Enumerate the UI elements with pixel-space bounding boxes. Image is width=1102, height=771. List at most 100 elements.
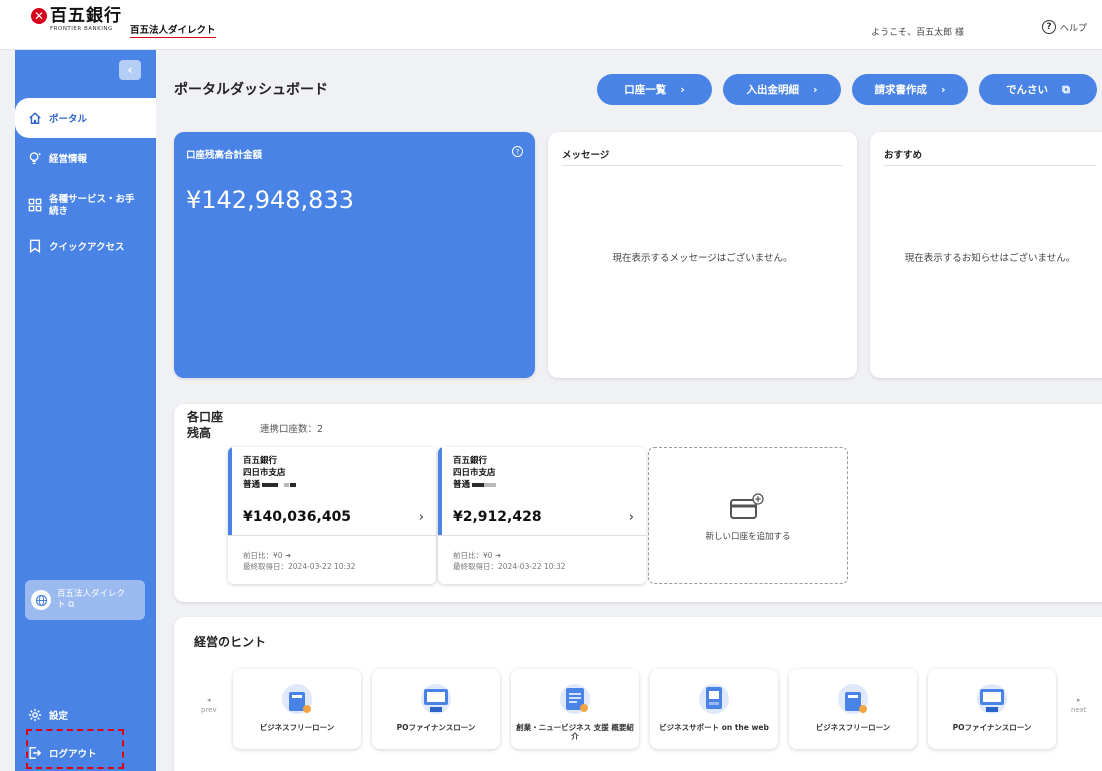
hint-label: 創業・ニュービジネス 支援 概要紹介 (516, 723, 634, 741)
carousel-prev-button[interactable]: ◂ prev (201, 695, 217, 715)
sidebar-item-portal[interactable]: ポータル (15, 98, 156, 138)
hint-card[interactable]: POファイナンスローン (928, 669, 1056, 749)
chevron-right-icon: › (680, 83, 685, 96)
transaction-details-label: 入出金明細 (746, 84, 799, 96)
bank-subtitle: FRONTIER BANKING (50, 26, 113, 32)
help-link[interactable]: ? ヘルプ (1041, 20, 1087, 34)
hint-label: ビジネスサポート on the web (659, 723, 769, 732)
page-title: ポータルダッシュボード (174, 82, 328, 98)
masked-number (284, 482, 290, 487)
divider (562, 165, 843, 166)
account-amount: ¥140,036,405 (243, 509, 352, 525)
accounts-panel: 各口座残高 連携口座数：2 百五銀行 四日市支店 普通 ¥140,036,405… (174, 404, 1102, 602)
top-header: ✕ 百五銀行 FRONTIER BANKING 百五法人ダイレクト ようこそ、百… (0, 0, 1102, 50)
startup-support-illustration-icon (560, 684, 590, 714)
account-bank: 百五銀行 (243, 456, 278, 466)
account-type: 普通 (453, 480, 471, 490)
hint-card[interactable]: ビジネスフリーローン (789, 669, 917, 749)
hint-label: POファイナンスローン (396, 723, 476, 732)
hint-label: ビジネスフリーローン (259, 723, 335, 732)
transaction-details-button[interactable]: 入出金明細 › (723, 74, 841, 105)
hint-label: ビジネスフリーローン (815, 723, 891, 732)
bank-logo[interactable]: ✕ 百五銀行 FRONTIER BANKING (31, 6, 122, 33)
help-label: ヘルプ (1059, 23, 1087, 34)
linked-accounts-count: 連携口座数：2 (260, 424, 324, 435)
direct-link-card[interactable]: 百五法人ダイレクト ⧉ (25, 580, 145, 620)
business-hints-panel: 経営のヒント ◂ prev ビジネスフリーローン POファイナンスローン 創業・ニ… (174, 617, 1102, 771)
densai-button[interactable]: でんさい ⧉ (979, 74, 1097, 105)
po-finance-illustration-icon (421, 684, 451, 714)
recommend-title: おすすめ (884, 150, 923, 161)
sidebar-item-label: 経営情報 (49, 154, 88, 165)
bookmark-icon (27, 238, 43, 254)
masked-number (290, 482, 297, 487)
bulb-icon (27, 150, 43, 166)
home-icon (27, 110, 43, 126)
sidebar-collapse-button[interactable]: ‹ (119, 60, 141, 80)
hint-card[interactable]: 創業・ニュービジネス 支援 概要紹介 (511, 669, 639, 749)
add-account-card[interactable]: 新しい口座を追加する (648, 447, 848, 584)
messages-empty-text: 現在表示するメッセージはございません。 (612, 253, 793, 264)
question-icon[interactable]: ? (512, 146, 523, 157)
sidebar-item-services[interactable]: 各種サービス・お手続き (15, 188, 156, 228)
chevron-right-icon: › (628, 510, 634, 525)
divider (884, 165, 1096, 166)
masked-number (472, 482, 485, 487)
hint-card[interactable]: ビジネスフリーローン (233, 669, 361, 749)
hints-title: 経営のヒント (194, 635, 267, 649)
chevron-right-icon: › (418, 510, 424, 525)
business-support-illustration-icon (699, 684, 729, 714)
account-diff: 前日比：¥0 ➜ (243, 551, 292, 560)
hint-label: POファイナンスローン (952, 723, 1032, 732)
masked-number (262, 482, 279, 487)
total-balance-label: 口座残高合計金額 (186, 150, 263, 161)
hint-card[interactable]: ビジネスサポート on the web (650, 669, 778, 749)
external-link-icon: ⧉ (65, 600, 75, 610)
sidebar-item-label: ポータル (49, 114, 88, 125)
sidebar: ‹ ポータル 経営情報 各種サービス・お手続き クイックアクセス 百五法人ダイレ… (15, 50, 156, 771)
masked-number (484, 482, 497, 487)
total-balance-card: 口座残高合計金額 ? ¥142,948,833 (174, 132, 535, 378)
sidebar-item-quick-access[interactable]: クイックアクセス (15, 226, 156, 266)
chevron-right-icon: › (940, 83, 946, 96)
account-updated: 最終取得日：2024-03-22 10:32 (453, 562, 566, 571)
account-type: 普通 (243, 480, 261, 490)
bank-name: 百五銀行 (50, 6, 122, 26)
business-loan-illustration-icon (282, 684, 312, 714)
business-loan-illustration-icon (838, 684, 868, 714)
accounts-title: 各口座残高 (187, 410, 224, 440)
account-card[interactable]: 百五銀行 四日市支店 普通 ¥140,036,405 › 前日比：¥0 ➜ 最終… (228, 447, 436, 584)
help-icon: ? (1041, 20, 1056, 34)
logout-highlight-box (26, 729, 124, 769)
messages-title: メッセージ (562, 150, 610, 161)
account-diff: 前日比：¥0 ➜ (453, 551, 502, 560)
globe-icon (31, 590, 51, 610)
logo-mark-icon: ✕ (31, 8, 47, 24)
add-card-icon (730, 493, 764, 519)
account-bank: 百五銀行 (453, 456, 488, 466)
po-finance-illustration-icon (977, 684, 1007, 714)
sidebar-item-management-info[interactable]: 経営情報 (15, 138, 156, 178)
account-list-label: 口座一覧 (624, 84, 667, 96)
gear-icon (27, 707, 43, 723)
densai-label: でんさい (1006, 84, 1049, 96)
account-branch: 四日市支店 (243, 468, 286, 478)
hint-card[interactable]: POファイナンスローン (372, 669, 500, 749)
sidebar-item-label: 各種サービス・お手続き (49, 194, 135, 217)
total-balance-amount: ¥142,948,833 (186, 186, 354, 214)
recommend-empty-text: 現在表示するお知らせはございません。 (904, 253, 1076, 264)
account-list-button[interactable]: 口座一覧 › (597, 74, 712, 105)
invoice-create-button[interactable]: 請求書作成 › (852, 74, 968, 105)
sidebar-item-label: クイックアクセス (49, 242, 125, 253)
account-updated: 最終取得日：2024-03-22 10:32 (243, 562, 356, 571)
account-branch: 四日市支店 (453, 468, 496, 478)
account-amount: ¥2,912,428 (453, 509, 542, 525)
sidebar-item-label: 設定 (49, 711, 69, 722)
carousel-next-button[interactable]: ▸ next (1071, 695, 1087, 715)
product-name: 百五法人ダイレクト (130, 22, 216, 38)
chevron-right-icon: › (812, 83, 818, 96)
welcome-text: ようこそ、百五太郎 様 (871, 28, 964, 38)
invoice-create-label: 請求書作成 (874, 84, 927, 96)
messages-panel: メッセージ 現在表示するメッセージはございません。 (548, 132, 857, 378)
account-card[interactable]: 百五銀行 四日市支店 普通 ¥2,912,428 › 前日比：¥0 ➜ 最終取得… (438, 447, 646, 584)
